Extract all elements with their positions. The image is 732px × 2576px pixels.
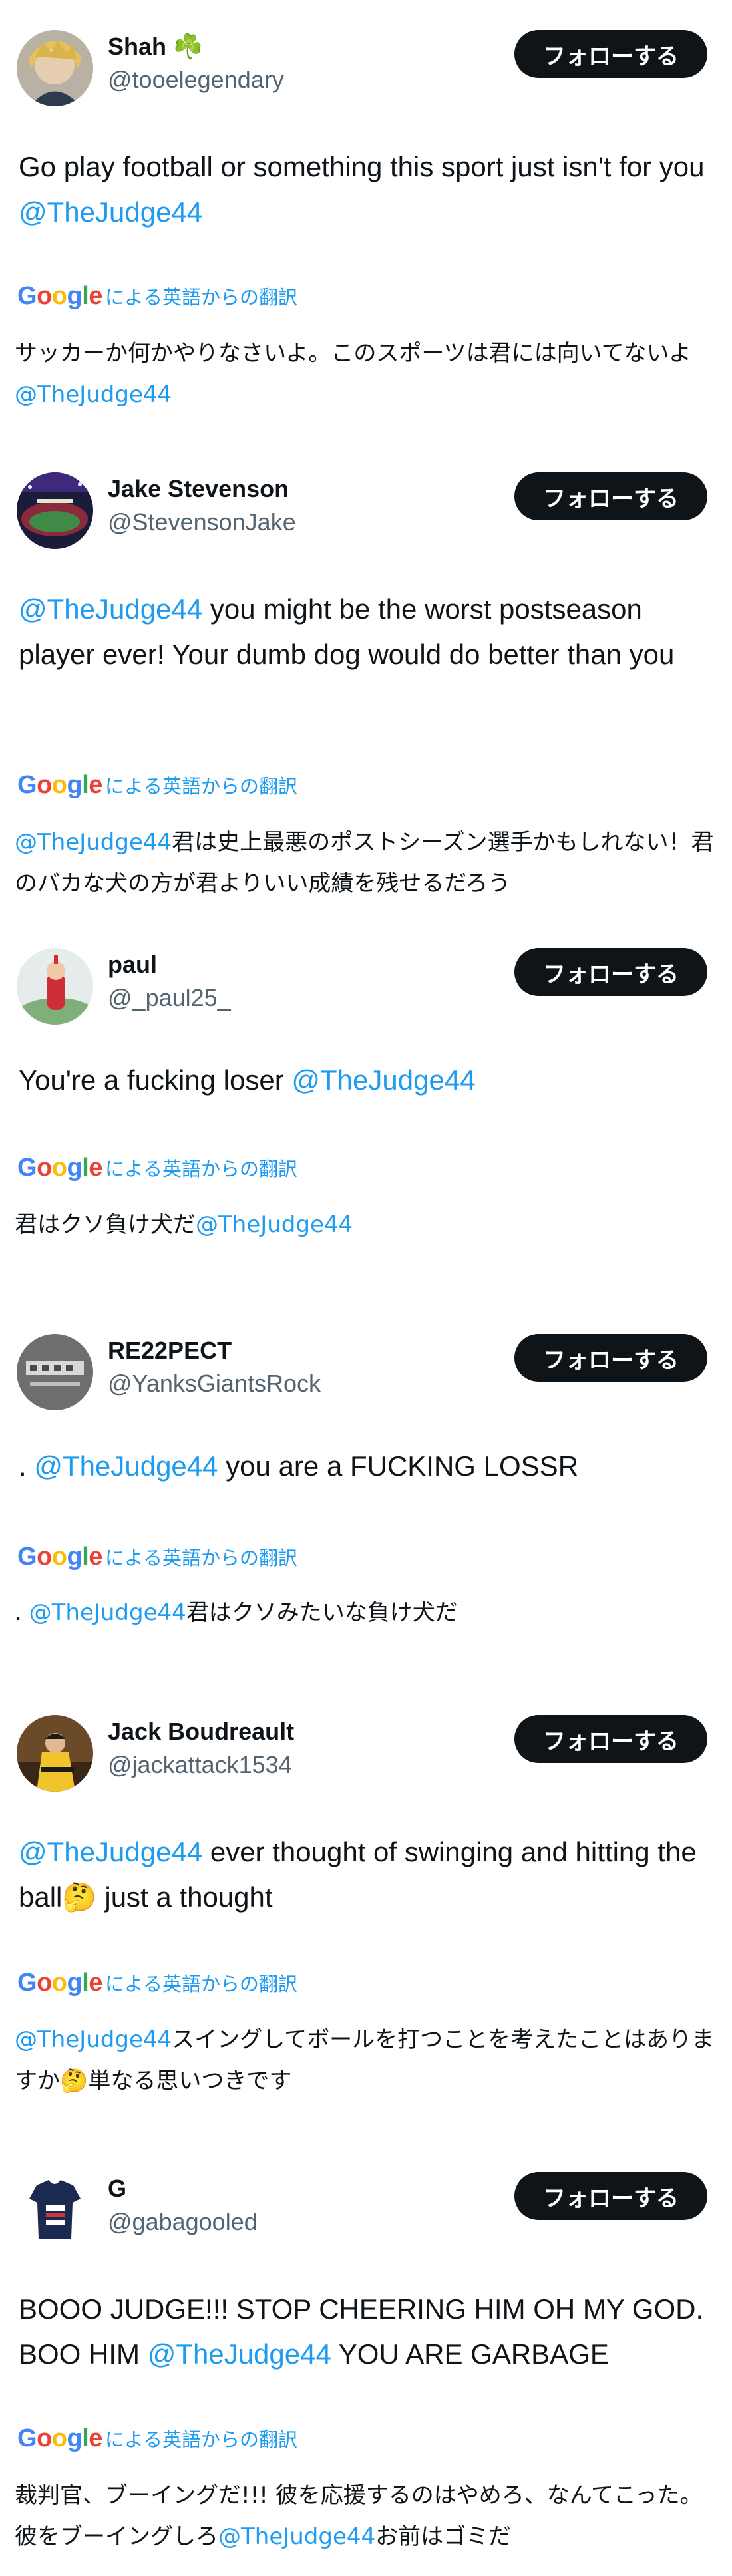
translated-text: 裁判官、ブーイングだ!!! 彼を応援するのはやめろ、なんてこった。彼をブーイング… xyxy=(15,2482,703,2550)
thinking-face-icon: 🤔 xyxy=(62,1881,97,1913)
translation-attribution: Google による英語からの翻訳 xyxy=(17,2422,297,2455)
translation-label: による英語からの翻訳 xyxy=(104,775,298,798)
avatar[interactable] xyxy=(17,1715,93,1792)
follow-button[interactable]: フォローする xyxy=(514,472,707,520)
mention-link[interactable]: @TheJudge44 xyxy=(29,1599,186,1626)
mention-link[interactable]: @TheJudge44 xyxy=(148,2338,331,2370)
mention-link[interactable]: @TheJudge44 xyxy=(15,381,172,408)
display-name[interactable]: RE22PECT xyxy=(108,1337,232,1365)
follow-button[interactable]: フォローする xyxy=(514,1334,707,1382)
avatar[interactable] xyxy=(17,30,93,106)
google-logo: Google xyxy=(17,1968,102,1997)
shamrock-icon: ☘️ xyxy=(173,33,203,61)
google-logo: Google xyxy=(17,1153,102,1182)
display-name[interactable]: paul xyxy=(108,951,157,979)
follow-button[interactable]: フォローする xyxy=(514,30,707,78)
user-handle[interactable]: @jackattack1534 xyxy=(108,1751,292,1779)
mention-link[interactable]: @TheJudge44 xyxy=(218,2523,375,2550)
tweet-text: You're a fucking loser @TheJudge44 xyxy=(19,1064,476,1096)
tweet-text: . @TheJudge44 you are a FUCKING LOSSR xyxy=(19,1450,579,1482)
translation-attribution: Google による英語からの翻訳 xyxy=(17,1540,297,1573)
mention-link[interactable]: @TheJudge44 xyxy=(15,2026,172,2053)
google-logo: Google xyxy=(17,770,102,799)
thinking-face-icon: 🤔 xyxy=(60,2068,89,2094)
user-handle[interactable]: @YanksGiantsRock xyxy=(108,1370,321,1398)
avatar[interactable] xyxy=(17,948,93,1025)
translation-label: による英語からの翻訳 xyxy=(104,1158,298,1180)
mention-link[interactable]: @TheJudge44 xyxy=(15,829,172,856)
mention-link[interactable]: @TheJudge44 xyxy=(196,1211,353,1238)
mention-link[interactable]: @TheJudge44 xyxy=(34,1450,218,1482)
translation-attribution: Google による英語からの翻訳 xyxy=(17,768,297,802)
translation-attribution: Google による英語からの翻訳 xyxy=(17,1151,297,1184)
mention-link[interactable]: @TheJudge44 xyxy=(19,196,202,228)
translation-attribution: Google による英語からの翻訳 xyxy=(17,279,297,313)
translated-text: . @TheJudge44君はクソみたいな負け犬だ xyxy=(15,1599,458,1626)
avatar[interactable] xyxy=(17,2172,93,2249)
user-handle[interactable]: @StevensonJake xyxy=(108,508,296,536)
mention-link[interactable]: @TheJudge44 xyxy=(19,1836,202,1867)
translated-text: 君はクソ負け犬だ@TheJudge44 xyxy=(15,1211,353,1238)
display-name[interactable]: Jack Boudreault xyxy=(108,1718,294,1746)
follow-button[interactable]: フォローする xyxy=(514,1715,707,1763)
reply-feed: Shah ☘️ @tooelegendary フォローする Go play fo… xyxy=(0,0,732,2576)
tweet-text: @TheJudge44 you might be the worst posts… xyxy=(19,593,675,670)
translation-label: による英語からの翻訳 xyxy=(104,2428,298,2451)
translation-label: による英語からの翻訳 xyxy=(104,286,298,309)
translation-label: による英語からの翻訳 xyxy=(104,1973,298,1995)
translation-label: による英語からの翻訳 xyxy=(104,1547,298,1569)
follow-button[interactable]: フォローする xyxy=(514,2172,707,2220)
display-name[interactable]: Shah ☘️ xyxy=(108,33,203,61)
avatar[interactable] xyxy=(17,1334,93,1410)
translation-attribution: Google による英語からの翻訳 xyxy=(17,1966,297,1999)
google-logo: Google xyxy=(17,281,102,310)
google-logo: Google xyxy=(17,2424,102,2452)
user-handle[interactable]: @_paul25_ xyxy=(108,984,231,1012)
tweet-text: @TheJudge44 ever thought of swinging and… xyxy=(19,1836,697,1913)
tweet-text: Go play football or something this sport… xyxy=(19,151,705,228)
avatar[interactable] xyxy=(17,472,93,549)
tweet-text: BOOO JUDGE!!! STOP CHEERING HIM OH MY GO… xyxy=(19,2293,704,2370)
mention-link[interactable]: @TheJudge44 xyxy=(291,1064,475,1096)
translated-text: @TheJudge44スイングしてボールを打つことを考えたことはありますか🤔単な… xyxy=(15,2026,715,2094)
display-name[interactable]: G xyxy=(108,2175,126,2203)
translated-text: サッカーか何かやりなさいよ。このスポーツは君には向いてないよ@TheJudge4… xyxy=(15,340,691,408)
google-logo: Google xyxy=(17,1542,102,1571)
user-handle[interactable]: @tooelegendary xyxy=(108,66,284,94)
follow-button[interactable]: フォローする xyxy=(514,948,707,996)
translated-text: @TheJudge44君は史上最悪のポストシーズン選手かもしれない！君のバカな犬… xyxy=(15,829,714,897)
display-name[interactable]: Jake Stevenson xyxy=(108,475,289,503)
mention-link[interactable]: @TheJudge44 xyxy=(19,593,202,625)
user-handle[interactable]: @gabagooled xyxy=(108,2208,258,2236)
